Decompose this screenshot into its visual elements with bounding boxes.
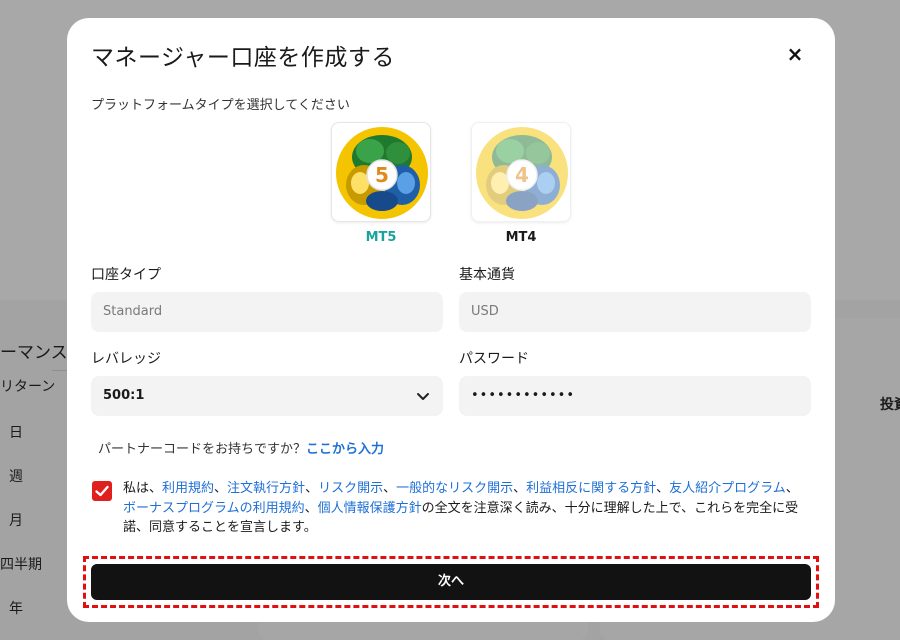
agreement-prefix: 私は、 bbox=[123, 481, 163, 496]
mt5-logo-icon: 5 bbox=[336, 127, 428, 219]
platform-type-label: プラットフォームタイプを選択してください bbox=[91, 98, 350, 113]
platform-option-mt5[interactable]: 5 bbox=[331, 122, 431, 222]
mt4-badge-number: 4 bbox=[515, 163, 529, 187]
base-currency-placeholder: USD bbox=[471, 304, 499, 319]
partner-code-text: パートナーコードをお持ちですか？ bbox=[98, 442, 307, 457]
agreement-separator: 、 bbox=[305, 481, 319, 496]
mt5-badge-number: 5 bbox=[375, 163, 389, 187]
agreement-checkbox[interactable] bbox=[92, 481, 112, 501]
partner-code-prompt: パートナーコードをお持ちですか？ここから入力 bbox=[98, 438, 384, 457]
background-menu-month: 月 bbox=[9, 513, 23, 529]
agreement-separator: 、 bbox=[785, 481, 799, 496]
background-menu-quarter: 四半期 bbox=[0, 557, 42, 573]
leverage-label: レバレッジ bbox=[91, 351, 161, 367]
agreement-separator: 、 bbox=[656, 481, 670, 496]
leverage-select[interactable]: 500:1 bbox=[91, 376, 443, 416]
link-referral-program[interactable]: 友人紹介プログラム bbox=[669, 481, 786, 496]
background-performance-heading: ーマンス bbox=[0, 343, 68, 363]
link-bonus-program-terms[interactable]: ボーナスプログラムの利用規約 bbox=[123, 501, 305, 516]
background-menu-week: 週 bbox=[9, 469, 23, 485]
account-type-label: 口座タイプ bbox=[91, 267, 161, 283]
link-terms-of-use[interactable]: 利用規約 bbox=[162, 481, 214, 496]
platform-name-mt5: MT5 bbox=[365, 230, 397, 245]
platform-name-mt4: MT4 bbox=[505, 230, 537, 245]
link-risk-disclosure[interactable]: リスク開示 bbox=[318, 481, 383, 496]
account-type-placeholder: Standard bbox=[103, 304, 163, 319]
link-conflict-of-interest-policy[interactable]: 利益相反に関する方針 bbox=[526, 481, 656, 496]
agreement-separator: 、 bbox=[214, 481, 228, 496]
mt4-logo-icon: 4 bbox=[476, 127, 568, 219]
background-menu-day: 日 bbox=[9, 425, 23, 441]
next-button[interactable]: 次へ bbox=[91, 564, 811, 600]
link-general-risk-disclosure[interactable]: 一般的なリスク開示 bbox=[396, 481, 513, 496]
agreement-separator: 、 bbox=[304, 500, 318, 516]
create-manager-account-modal: マネージャー口座を作成する × プラットフォームタイプを選択してください 5 M… bbox=[67, 18, 835, 622]
link-privacy-policy[interactable]: 個人情報保護方針 bbox=[318, 501, 422, 516]
partner-code-link[interactable]: ここから入力 bbox=[306, 442, 384, 457]
link-order-execution-policy[interactable]: 注文執行方針 bbox=[227, 481, 305, 496]
password-field[interactable]: •••••••••••• bbox=[459, 376, 811, 416]
agreement-text: 私は、利用規約、注文執行方針、リスク開示、一般的なリスク開示、利益相反に関する方… bbox=[123, 479, 807, 538]
checkmark-icon bbox=[95, 485, 109, 497]
leverage-value: 500:1 bbox=[103, 388, 145, 403]
close-icon[interactable]: × bbox=[783, 42, 807, 66]
password-value: •••••••••••• bbox=[471, 388, 576, 403]
platform-option-mt4[interactable]: 4 bbox=[471, 122, 571, 222]
modal-title: マネージャー口座を作成する bbox=[91, 45, 395, 71]
background-menu-year: 年 bbox=[9, 601, 23, 617]
agreement-separator: 、 bbox=[383, 481, 397, 496]
account-type-field[interactable]: Standard bbox=[91, 292, 443, 332]
base-currency-field[interactable]: USD bbox=[459, 292, 811, 332]
password-label: パスワード bbox=[459, 351, 529, 367]
chevron-down-icon bbox=[417, 393, 429, 400]
base-currency-label: 基本通貨 bbox=[459, 267, 515, 283]
background-menu-return: リターン bbox=[0, 379, 56, 395]
background-invest-label: 投資 bbox=[880, 397, 900, 413]
agreement-separator: 、 bbox=[513, 481, 527, 496]
